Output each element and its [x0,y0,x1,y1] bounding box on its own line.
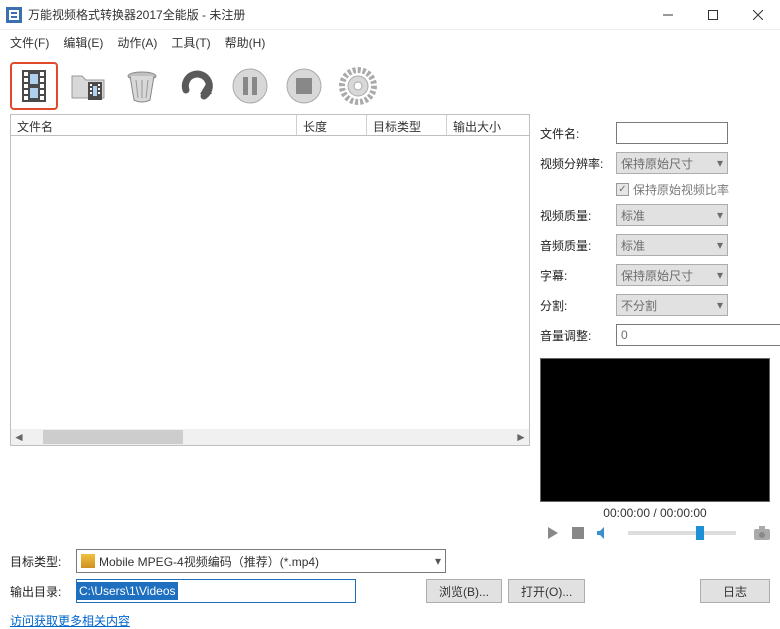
keep-ratio-checkbox[interactable]: ✓保持原始视频比率 [616,178,770,200]
filename-label: 文件名: [540,125,616,142]
horizontal-scrollbar[interactable]: ◄ ► [11,429,529,445]
chevron-down-icon: ▾ [717,208,723,222]
checkbox-icon: ✓ [616,183,629,196]
target-type-select[interactable]: Mobile MPEG-4视频编码（推荐）(*.mp4) ▾ [76,549,446,573]
menu-action[interactable]: 动作(A) [117,34,157,51]
col-name[interactable]: 文件名 [11,115,297,135]
redo-arrow-icon [176,66,216,106]
stop-icon [284,66,324,106]
col-length[interactable]: 长度 [297,115,367,135]
preview-area [540,358,770,502]
pause-button[interactable] [226,62,274,110]
close-button[interactable] [735,0,780,30]
play-icon[interactable] [546,526,560,540]
delete-button[interactable] [118,62,166,110]
pause-icon [230,66,270,106]
volume-stepper[interactable]: ▲▼ [616,324,728,346]
more-content-link[interactable]: 访问获取更多相关内容 [10,612,130,629]
camera-icon[interactable] [754,526,770,540]
player-controls [540,526,770,540]
vquality-label: 视频质量: [540,207,616,224]
titlebar: 万能视频格式转换器2017全能版 - 未注册 [0,0,780,30]
log-button[interactable]: 日志 [700,579,770,603]
outdir-field[interactable]: C:\Users\1\Videos [76,579,356,603]
chevron-down-icon: ▾ [717,156,723,170]
add-folder-button[interactable] [64,62,112,110]
scroll-thumb[interactable] [43,430,183,444]
col-size[interactable]: 输出大小 [447,115,529,135]
col-target[interactable]: 目标类型 [367,115,447,135]
window-title: 万能视频格式转换器2017全能版 - 未注册 [28,6,245,23]
menu-tools[interactable]: 工具(T) [171,34,210,51]
scroll-right-icon[interactable]: ► [513,429,529,445]
slider-thumb[interactable] [696,526,704,540]
chevron-down-icon: ▾ [717,268,723,282]
list-body[interactable]: ◄ ► [10,136,530,446]
target-type-label: 目标类型: [10,553,70,570]
bottom-panel: 目标类型: Mobile MPEG-4视频编码（推荐）(*.mp4) ▾ 输出目… [0,540,780,629]
menu-help[interactable]: 帮助(H) [225,34,266,51]
scroll-left-icon[interactable]: ◄ [11,429,27,445]
gear-icon [338,66,378,106]
list-header: 文件名 长度 目标类型 输出大小 [10,114,530,136]
resolution-select[interactable]: 保持原始尺寸▾ [616,152,728,174]
split-select[interactable]: 不分割▾ [616,294,728,316]
folder-icon [68,66,108,106]
convert-button[interactable] [172,62,220,110]
browse-button[interactable]: 浏览(B)... [426,579,502,603]
properties-panel: 文件名: 视频分辨率:保持原始尺寸▾ ✓保持原始视频比率 视频质量:标准▾ 音频… [540,114,770,540]
time-display: 00:00:00 / 00:00:00 [540,506,770,520]
add-file-button[interactable] [10,62,58,110]
chevron-down-icon: ▾ [717,238,723,252]
speaker-icon[interactable] [596,526,610,540]
filename-field[interactable] [616,122,728,144]
outdir-label: 输出目录: [10,583,70,600]
app-icon [6,7,22,23]
settings-button[interactable] [334,62,382,110]
chevron-down-icon: ▾ [435,554,441,568]
volume-slider[interactable] [628,531,736,535]
menu-edit[interactable]: 编辑(E) [63,34,103,51]
open-button[interactable]: 打开(O)... [508,579,585,603]
menu-file[interactable]: 文件(F) [10,34,49,51]
vquality-select[interactable]: 标准▾ [616,204,728,226]
maximize-button[interactable] [690,0,735,30]
minimize-button[interactable] [645,0,690,30]
aquality-select[interactable]: 标准▾ [616,234,728,256]
film-icon [16,68,52,104]
resolution-label: 视频分辨率: [540,155,616,172]
film-small-icon [81,554,95,568]
split-label: 分割: [540,297,616,314]
aquality-label: 音频质量: [540,237,616,254]
trash-icon [122,66,162,106]
stop-button[interactable] [280,62,328,110]
chevron-down-icon: ▾ [717,298,723,312]
menubar: 文件(F) 编辑(E) 动作(A) 工具(T) 帮助(H) [0,30,780,54]
toolbar [0,54,780,114]
subtitle-label: 字幕: [540,267,616,284]
stop-small-icon[interactable] [572,527,584,539]
subtitle-select[interactable]: 保持原始尺寸▾ [616,264,728,286]
volume-label: 音量调整: [540,327,616,344]
file-list-panel: 文件名 长度 目标类型 输出大小 ◄ ► [10,114,530,540]
